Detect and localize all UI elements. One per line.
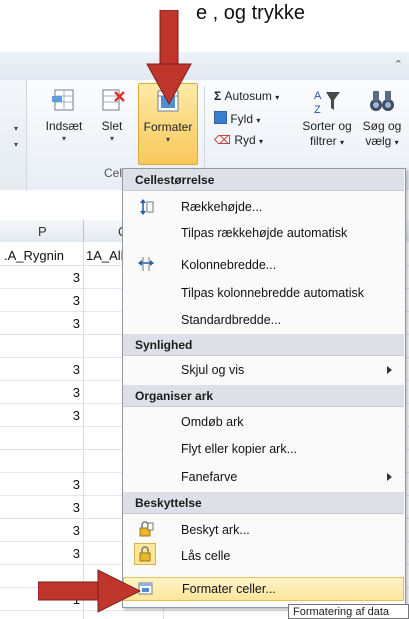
svg-text:A: A (314, 90, 322, 102)
cell-p[interactable]: 3 (10, 293, 80, 308)
right-arrow-annotation (38, 569, 142, 613)
chevron-down-icon: ▾ (259, 137, 264, 146)
cell-p[interactable]: 3 (10, 408, 80, 423)
column-divider (83, 220, 84, 242)
ribbon-title-bar (0, 52, 409, 81)
sort-filter-label-line2: filtrer ▾ (309, 134, 345, 148)
cell-p[interactable]: 3 (10, 500, 80, 515)
cell-p[interactable]: 3 (10, 316, 80, 331)
down-arrow-annotation (146, 10, 192, 106)
ribbon-left-group: ▾ ▾ (0, 80, 27, 190)
sort-filter-button[interactable]: A Z Sorter og filtrer ▾ (296, 86, 358, 150)
cell-p[interactable]: 3 (10, 385, 80, 400)
submenu-arrow-icon (387, 366, 392, 374)
delete-button[interactable]: Slet ▾ (90, 86, 134, 143)
menu-item-lock-cell[interactable]: Lås celle (123, 543, 404, 569)
column-header-p[interactable]: P (38, 224, 47, 239)
menu-item-default-width[interactable]: Standardbredde... (123, 307, 404, 333)
cell-p[interactable]: 3 (10, 477, 80, 492)
sigma-icon: Σ (214, 89, 222, 103)
menu-item-rename-sheet[interactable]: Omdøb ark (123, 409, 404, 435)
grid-line (83, 242, 84, 619)
menu-section-protection: Beskyttelse (123, 492, 404, 514)
menu-item-autofit-column-width[interactable]: Tilpas kolonnebredde automatisk (123, 280, 404, 306)
sort-filter-label: Sorter og (302, 119, 352, 133)
clear-label: Ryd (234, 133, 256, 147)
delete-label: Slet (101, 119, 123, 133)
menu-section-organize: Organiser ark (123, 385, 404, 407)
chevron-down-icon: ▾ (61, 134, 66, 143)
menu-item-tab-color[interactable]: Fanefarve (123, 464, 404, 490)
chevron-down-icon: ▾ (275, 93, 280, 102)
chevron-down-icon[interactable]: ▾ (14, 140, 18, 149)
chevron-down-icon[interactable]: ▾ (14, 124, 18, 133)
insert-cells-icon (52, 89, 74, 111)
menu-item-hide-unhide[interactable]: Skjul og vis (123, 357, 404, 383)
document-top: e , og trykke (0, 0, 409, 52)
cell-p[interactable]: 3 (10, 523, 80, 538)
eraser-icon: ⌫ (214, 133, 231, 147)
menu-item-row-height[interactable]: Rækkehøjde... (123, 194, 404, 220)
cell-p[interactable]: 3 (10, 546, 80, 561)
find-select-label: Søg og (362, 119, 402, 133)
menu-item-column-width[interactable]: Kolonnebredde... (123, 252, 404, 278)
autosum-label: Autosum (224, 89, 272, 103)
menu-item-format-cells[interactable]: Formater celler... (123, 577, 404, 601)
chevron-down-icon: ▾ (256, 116, 261, 125)
menu-item-hide-unhide-label: Skjul og vis (181, 363, 245, 377)
fill-button[interactable]: Fyld ▾ (214, 111, 260, 126)
find-select-button[interactable]: Søg og vælg ▾ (356, 86, 408, 150)
autosum-button[interactable]: Σ Autosum ▾ (214, 89, 279, 103)
header-cell-p[interactable]: .A_Rygnin (4, 248, 64, 263)
clear-button[interactable]: ⌫ Ryd ▾ (214, 133, 263, 147)
ribbon-collapse-icon[interactable]: ⌃ (394, 58, 403, 71)
chevron-down-icon: ▾ (109, 134, 114, 143)
menu-item-protect-sheet[interactable]: Beskyt ark... (123, 517, 404, 543)
sort-filter-icon: A Z (314, 90, 340, 116)
menu-section-visibility: Synlighed (123, 334, 404, 356)
tooltip: Formatering af data (288, 604, 409, 619)
insert-button[interactable]: Indsæt ▾ (40, 86, 88, 143)
delete-cells-icon (102, 89, 125, 111)
menu-item-autofit-row-height[interactable]: Tilpas rækkehøjde automatisk (123, 220, 404, 246)
binoculars-icon (370, 91, 394, 111)
insert-label: Indsæt (45, 119, 83, 133)
menu-item-tab-color-label: Fanefarve (181, 470, 238, 484)
find-select-label-line2: vælg ▾ (365, 134, 399, 148)
cell-p[interactable]: 3 (10, 270, 80, 285)
fill-label: Fyld (230, 112, 254, 126)
menu-section-cell-size: Cellestørrelse (123, 169, 404, 191)
submenu-arrow-icon (387, 473, 392, 481)
fill-down-icon (214, 111, 227, 124)
document-text: e , og trykke (196, 2, 305, 24)
cell-p[interactable]: 3 (10, 362, 80, 377)
svg-text:Z: Z (314, 104, 321, 116)
format-label: Formater (143, 120, 193, 134)
menu-item-move-copy-sheet[interactable]: Flyt eller kopier ark... (123, 436, 404, 462)
chevron-down-icon: ▾ (165, 135, 170, 144)
